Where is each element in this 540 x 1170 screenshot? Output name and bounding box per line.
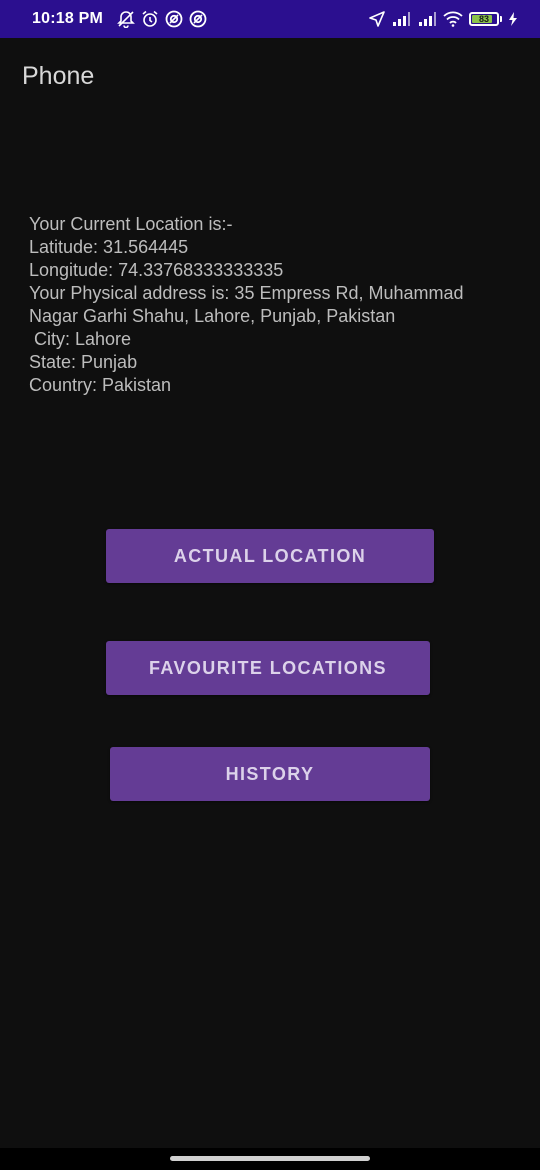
status-time: 10:18 PM	[32, 10, 103, 27]
status-bar-right: 83	[363, 11, 518, 27]
location-header: Your Current Location is:-	[29, 214, 233, 234]
status-bar-left: 10:18 PM	[32, 10, 207, 28]
battery-icon: 83	[469, 12, 502, 26]
battery-level: 83	[478, 14, 489, 24]
location-info: Your Current Location is:- Latitude: 31.…	[29, 213, 509, 397]
page-title: Phone	[22, 62, 95, 90]
battery-tip	[500, 16, 502, 22]
status-bar: 10:18 PM 83	[0, 0, 540, 38]
city-text: City: Lahore	[29, 329, 132, 349]
navigation-bar	[0, 1148, 540, 1170]
wifi-icon	[443, 11, 463, 27]
actual-location-button[interactable]: ACTUAL LOCATION	[106, 529, 434, 583]
notifications-off-icon	[117, 10, 135, 28]
address-text: Your Physical address is: 35 Empress Rd,…	[29, 283, 469, 326]
alarm-icon	[141, 10, 159, 28]
location-arrow-icon	[369, 11, 385, 27]
latitude-text: Latitude: 31.564445	[29, 237, 189, 257]
favourite-locations-button[interactable]: FAVOURITE LOCATIONS	[106, 641, 430, 695]
home-gesture-handle[interactable]	[170, 1156, 370, 1161]
longitude-text: Longitude: 74.33768333333335	[29, 260, 284, 280]
app-notification-icon	[165, 10, 183, 28]
country-text: Country: Pakistan	[29, 375, 172, 395]
charging-icon	[508, 11, 518, 27]
signal-icon	[391, 11, 411, 27]
signal-icon	[417, 11, 437, 27]
app-notification-icon	[189, 10, 207, 28]
history-button[interactable]: HISTORY	[110, 747, 430, 801]
battery-body: 83	[469, 12, 499, 26]
state-text: State: Punjab	[29, 352, 138, 372]
